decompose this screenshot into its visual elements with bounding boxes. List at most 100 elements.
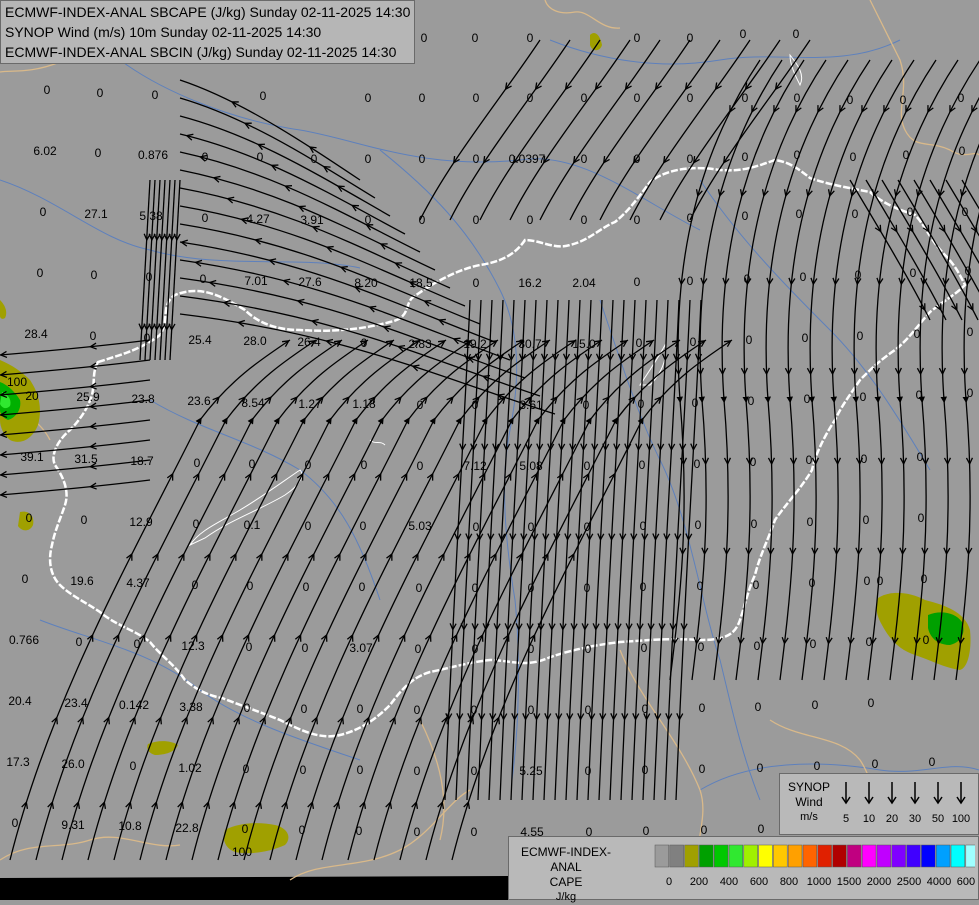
cape-value-label: 0: [193, 517, 200, 531]
cape-value-label: 8.54: [241, 396, 265, 410]
cape-value-label: 0: [584, 459, 591, 473]
cape-value-label: 0: [257, 150, 264, 164]
cape-value-label: 0.1: [244, 518, 261, 532]
cape-value-label: 2.04: [572, 276, 596, 290]
cape-value-label: 25.9: [76, 390, 100, 404]
cape-value-label: 0: [473, 91, 480, 105]
cape-value-label: 0: [311, 152, 318, 166]
cape-value-label: 0: [91, 268, 98, 282]
no-data-area: [0, 876, 508, 900]
cape-value-label: 12.3: [181, 639, 205, 653]
cape-value-label: 0: [527, 31, 534, 45]
cape-value-label: 27.6: [298, 275, 322, 289]
cape-value-label: 0: [750, 455, 757, 469]
cape-value-label: 0: [855, 268, 862, 282]
cape-value-label: 0: [634, 152, 641, 166]
wind-legend-symbols: 5 10 20 30 50 100: [841, 782, 970, 825]
colorbar-tick-label: 0: [666, 876, 672, 888]
cape-value-label: 0: [473, 276, 480, 290]
cape-value-label: 0: [857, 329, 864, 343]
cape-value-label: 0: [742, 91, 749, 105]
cape-value-label: 7.12: [463, 459, 487, 473]
cape-value-label: 0: [636, 336, 643, 350]
cape-value-label: 0.0397: [509, 152, 546, 166]
cape-value-label: 19.2: [463, 337, 487, 351]
cape-value-label: 23.8: [131, 392, 155, 406]
cape-value-label: 0: [642, 763, 649, 777]
cape-value-label: 16.2: [518, 276, 542, 290]
cape-value-label: 27.1: [84, 207, 108, 221]
cape-value-label: 0: [37, 266, 44, 280]
cape-value-label: 0.766: [9, 633, 39, 647]
cape-value-label: 0: [419, 152, 426, 166]
cape-legend-title: ECMWF-INDEX-ANAL CAPE J/kg: [521, 845, 611, 903]
cape-value-label: 0: [194, 456, 201, 470]
cape-value-label: 0: [800, 270, 807, 284]
cape-value-label: 0: [694, 457, 701, 471]
cape-value-label: 0: [740, 27, 747, 41]
cape-value-label: 1.27: [298, 397, 322, 411]
cape-value-label: 0: [152, 88, 159, 102]
cape-value-label: 0: [421, 31, 428, 45]
cape-value-label: 26.0: [61, 757, 85, 771]
colorbar-swatch: [847, 844, 862, 868]
cape-value-label: 0: [473, 213, 480, 227]
wind-legend-speed: 5: [843, 813, 849, 825]
cape-value-label: 0: [303, 580, 310, 594]
cape-value-label: 25.4: [188, 333, 212, 347]
cape-value-label: 28.4: [24, 327, 48, 341]
cape-value-label: 5.38: [139, 209, 163, 223]
colorbar-swatch: [743, 844, 758, 868]
cape-value-label: 0: [695, 518, 702, 532]
cape-value-label: 0.142: [119, 698, 149, 712]
colorbar-swatch: [669, 844, 684, 868]
cape-value-label: 0: [414, 703, 421, 717]
cape-value-label: 0: [877, 574, 884, 588]
cape-value-label: 0: [634, 275, 641, 289]
cape-value-label: 0: [796, 207, 803, 221]
cape-value-label: 0: [753, 578, 760, 592]
cape-value-label: 0: [528, 703, 535, 717]
cape-value-label: 0: [794, 148, 801, 162]
cape-value-label: 23.4: [64, 696, 88, 710]
cape-value-label: 0: [581, 213, 588, 227]
cape-value-label: 0: [528, 520, 535, 534]
colorbar-swatch: [699, 844, 714, 868]
cape-value-label: 0: [917, 450, 924, 464]
cape-value-label: 0: [850, 150, 857, 164]
cape-value-label: 0: [202, 211, 209, 225]
wind-legend-speed: 20: [886, 813, 898, 825]
colorbar-tick-label: 2500: [897, 876, 921, 888]
cape-legend: ECMWF-INDEX-ANAL CAPE J/kg 0 200 400 600 800…: [508, 836, 979, 903]
cape-value-label: 0: [634, 31, 641, 45]
cape-value-label: 0: [921, 572, 928, 586]
colorbar-swatch: [728, 844, 744, 868]
cape-value-label: 23.6: [187, 394, 211, 408]
cape-value-label: 0: [585, 642, 592, 656]
cape-value-label: 0: [417, 398, 424, 412]
cape-value-label: 0: [687, 31, 694, 45]
header-line-cin: ECMWF-INDEX-ANAL SBCIN (J/kg) Sunday 02-…: [5, 44, 397, 60]
cape-value-label: 0: [527, 91, 534, 105]
colorbar-swatch: [935, 844, 951, 868]
cape-value-label: 6.02: [33, 144, 57, 158]
cape-value-label: 0: [356, 824, 363, 838]
colorbar-swatch: [713, 844, 729, 868]
cape-value-label: 12.9: [129, 515, 153, 529]
cape-value-label: 0: [22, 572, 29, 586]
cape-value-label: 30.7: [518, 337, 542, 351]
colorbar-swatch: [906, 844, 921, 868]
cape-value-label: 0: [471, 703, 478, 717]
cape-value-label: 0: [699, 762, 706, 776]
cape-value-label: 0: [634, 213, 641, 227]
cape-value-label: 0: [144, 331, 151, 345]
cape-value-label: 0: [967, 386, 974, 400]
cape-value-label: 0: [687, 211, 694, 225]
cape-value-label: 0: [923, 633, 930, 647]
cape-value-label: 31.5: [74, 452, 98, 466]
colorbar-swatch: [787, 844, 803, 868]
cape-value-label: 0: [638, 397, 645, 411]
header-line-cape: ECMWF-INDEX-ANAL SBCAPE (J/kg) Sunday 02…: [5, 4, 411, 20]
cape-value-label: 0: [473, 520, 480, 534]
cape-value-label: 1.02: [178, 761, 202, 775]
